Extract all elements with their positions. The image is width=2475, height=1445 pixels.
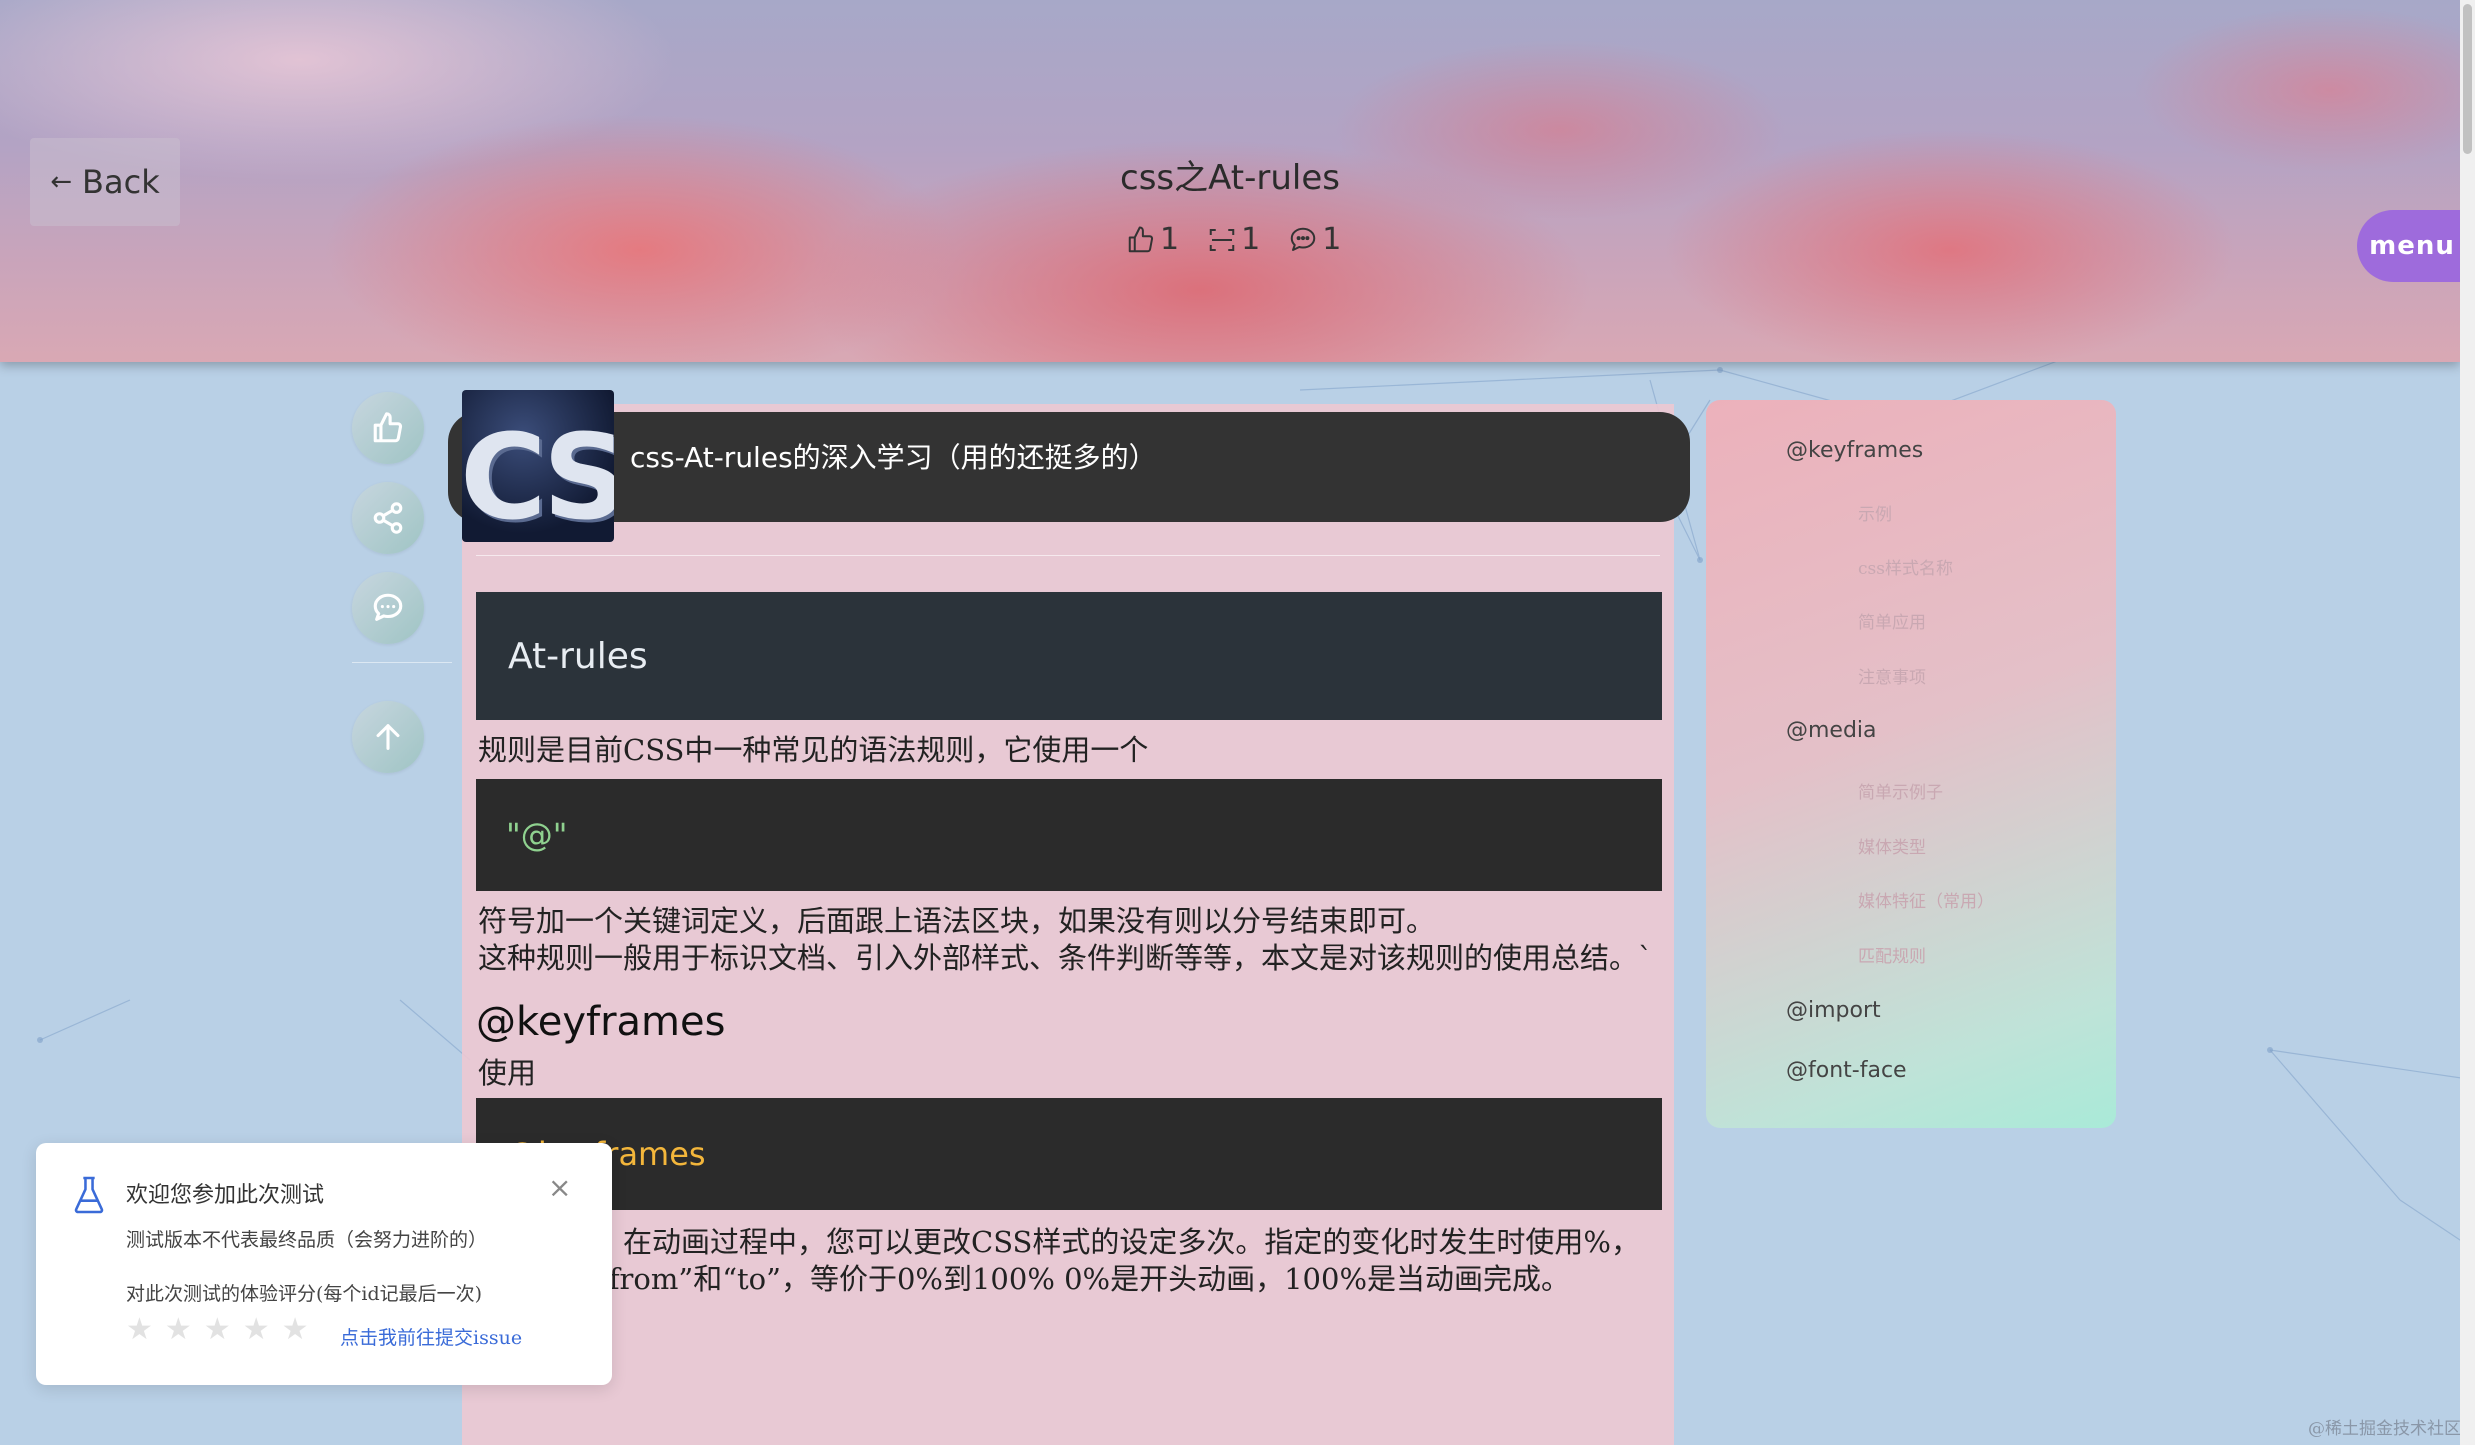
- toc-item-import[interactable]: @import: [1786, 998, 1881, 1023]
- paragraph: 符号加一个关键词定义，后面跟上语法区块，如果没有则以分号结束即可。: [478, 904, 1436, 938]
- toc-subitem[interactable]: 简单应用: [1858, 608, 1926, 633]
- header-banner: ← Back css之At-rules 1 1 1: [0, 0, 2460, 362]
- toc-item-media[interactable]: @media: [1786, 718, 1877, 743]
- code-block: "@": [476, 779, 1662, 891]
- post-stats: 1 1 1: [1126, 222, 1341, 257]
- comment-stat[interactable]: 1: [1288, 222, 1341, 257]
- toc-subitem[interactable]: 简单示例子: [1858, 778, 1943, 803]
- toc-item-keyframes[interactable]: @keyframes: [1786, 438, 1923, 463]
- submit-issue-link[interactable]: 点击我前往提交issue: [340, 1323, 522, 1350]
- scrollbar-track[interactable]: [2460, 0, 2475, 1445]
- paragraph: 规则是目前CSS中一种常见的语法规则，它使用一个: [478, 733, 1149, 767]
- popup-message: 测试版本不代表最终品质（会努力进阶的）: [126, 1229, 488, 1251]
- star-icon[interactable]: ★: [282, 1315, 309, 1345]
- paragraph: 使用: [478, 1056, 537, 1090]
- share-icon: [373, 502, 403, 534]
- share-button[interactable]: [352, 482, 424, 554]
- toc-subitem[interactable]: css样式名称: [1858, 554, 1953, 579]
- close-icon[interactable]: ×: [548, 1171, 571, 1204]
- actions-divider: [352, 662, 452, 663]
- page-title: css之At-rules: [1120, 158, 1340, 198]
- toc-subitem[interactable]: 匹配规则: [1858, 942, 1926, 967]
- paragraph: 这种规则一般用于标识文档、引入外部样式、条件判断等等，本文是对该规则的使用总结。…: [478, 941, 1653, 975]
- flask-icon: [74, 1176, 104, 1214]
- comment-button[interactable]: [352, 572, 424, 644]
- star-rating: ★ ★ ★ ★ ★: [126, 1315, 309, 1345]
- collect-count: 1: [1241, 222, 1261, 257]
- css-logo-text: CSS: [462, 408, 614, 542]
- star-icon[interactable]: ★: [126, 1315, 153, 1345]
- floating-actions: [352, 392, 452, 791]
- watermark: @稀土掘金技术社区: [2308, 1419, 2461, 1439]
- thumbs-up-icon: [1128, 226, 1154, 252]
- arrow-up-icon: [376, 724, 400, 750]
- scan-icon: [1209, 228, 1235, 251]
- heading-at-rules: At-rules: [476, 592, 1662, 720]
- star-icon[interactable]: ★: [243, 1315, 270, 1345]
- divider: [476, 555, 1660, 556]
- popup-title: 欢迎您参加此次测试: [126, 1183, 325, 1208]
- table-of-contents: @keyframes 示例 css样式名称 简单应用 注意事项 @media 简…: [1706, 400, 2116, 1128]
- back-to-top-button[interactable]: [352, 701, 424, 773]
- feedback-popup: 欢迎您参加此次测试 × 测试版本不代表最终品质（会努力进阶的） 对此次测试的体验…: [36, 1143, 612, 1385]
- code-text: "@": [506, 816, 568, 854]
- heading-keyframes: @keyframes: [476, 999, 726, 1045]
- menu-button[interactable]: menu: [2357, 210, 2467, 282]
- toc-subitem[interactable]: 示例: [1858, 500, 1892, 525]
- like-stat[interactable]: 1: [1126, 222, 1179, 257]
- like-count: 1: [1160, 222, 1180, 257]
- comment-count: 1: [1322, 222, 1342, 257]
- toc-subitem[interactable]: 媒体类型: [1858, 833, 1926, 858]
- toc-subitem[interactable]: 注意事项: [1858, 663, 1926, 688]
- collect-stat[interactable]: 1: [1207, 222, 1260, 257]
- article-head-title: css-At-rules的深入学习（用的还挺多的）: [630, 441, 1157, 474]
- article-content: At-rules 规则是目前CSS中一种常见的语法规则，它使用一个 "@" 符号…: [476, 592, 1662, 1298]
- paragraph: 定义动画。在动画过程中，您可以更改CSS样式的设定多次。指定的变化时发生时使用%…: [478, 1225, 1640, 1296]
- toc-item-font-face[interactable]: @font-face: [1786, 1058, 1907, 1083]
- toc-subitem[interactable]: 媒体特征（常用）: [1858, 887, 1994, 912]
- thumbs-up-icon: [373, 412, 403, 443]
- popup-rating-prompt: 对此次测试的体验评分(每个id记最后一次): [126, 1283, 483, 1305]
- scrollbar-thumb[interactable]: [2463, 4, 2472, 154]
- comment-icon: [373, 593, 403, 621]
- code-block: @keyframes: [476, 1098, 1662, 1210]
- star-icon[interactable]: ★: [204, 1315, 231, 1345]
- like-button[interactable]: [352, 392, 424, 464]
- star-icon[interactable]: ★: [165, 1315, 192, 1345]
- comment-icon: [1290, 227, 1316, 251]
- css-logo: CSS: [462, 390, 614, 542]
